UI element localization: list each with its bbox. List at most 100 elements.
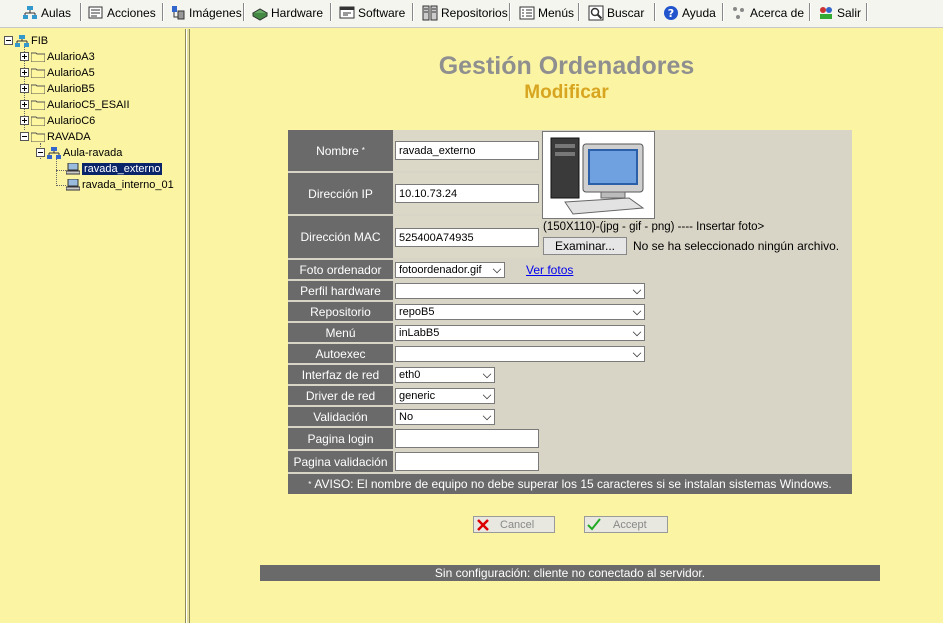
menu-aulas[interactable]: Aulas [22, 3, 71, 23]
accept-button[interactable]: Accept [584, 516, 668, 533]
iface-select-value: eth0 [399, 369, 421, 381]
foto-select[interactable]: fotoordenador.gif [395, 262, 505, 278]
chevron-down-icon [492, 264, 502, 274]
expand-icon[interactable] [20, 100, 29, 109]
menu-buscar[interactable]: Buscar [588, 3, 644, 23]
menu-repositorios-label: Repositorios [441, 6, 508, 20]
driver-select[interactable]: generic [395, 388, 495, 404]
menu-select-value: inLabB5 [399, 327, 440, 339]
ip-input[interactable] [395, 184, 539, 203]
menu-hardware[interactable]: Hardware [252, 3, 323, 23]
tree-folder-label: AularioB5 [47, 82, 95, 95]
menu-salir[interactable]: Salir [818, 3, 861, 23]
menu-select[interactable]: inLabB5 [395, 325, 645, 341]
cancel-label: Cancel [500, 518, 535, 531]
tree-computer-ravada-interno[interactable]: ravada_interno_01 [65, 177, 174, 192]
menu-imagenes-label: Imágenes [189, 6, 242, 20]
photo-hint: (150X110)-(jpg - gif - png) ---- Inserta… [543, 221, 765, 233]
perfil-select[interactable] [395, 283, 645, 299]
menu-acciones[interactable]: Acciones [88, 3, 156, 23]
repo-select[interactable]: repoB5 [395, 304, 645, 320]
tree-root-label: FIB [31, 34, 49, 47]
status-bar: Sin configuración: cliente no conectado … [260, 565, 880, 581]
check-icon [587, 517, 601, 532]
mac-input[interactable] [395, 228, 539, 247]
login-input[interactable] [395, 429, 539, 448]
pvalid-label: Pagina validación [288, 451, 393, 472]
menu-software[interactable]: Software [339, 3, 405, 23]
tree-aula-label: Aula-ravada [63, 146, 123, 159]
menu-ayuda[interactable]: ? Ayuda [663, 3, 716, 23]
menu-separator [330, 3, 332, 21]
tree-computer-label-selected: ravada_externo [82, 162, 163, 175]
autoexec-label: Autoexec [288, 344, 393, 363]
computer-icon [65, 162, 81, 175]
menu-salir-label: Salir [837, 6, 862, 20]
menu-hardware-label: Hardware [271, 6, 324, 20]
tree-folder-aulario-c6[interactable]: AularioC6 [20, 113, 95, 128]
menu-menus[interactable]: Menús [519, 3, 574, 23]
computer-illustration [550, 137, 645, 215]
tree-folder-label: RAVADA [47, 130, 91, 143]
tree-folder-aulario-a3[interactable]: AularioA3 [20, 49, 95, 64]
hardware-icon [252, 5, 268, 21]
actions-icon [88, 5, 104, 21]
classroom-tree: FIB AularioA3 AularioA5 AularioB5 Aulari… [0, 29, 186, 623]
menu-separator [722, 3, 724, 21]
expand-icon[interactable] [20, 116, 29, 125]
no-file-text: No se ha seleccionado ningún archivo. [633, 239, 840, 253]
svg-text:?: ? [668, 7, 674, 20]
collapse-icon[interactable] [20, 132, 29, 141]
classrooms-icon [22, 5, 38, 21]
foto-label: Foto ordenador [288, 260, 393, 279]
tree-computer-ravada-externo[interactable]: ravada_externo [65, 161, 163, 176]
collapse-icon[interactable] [36, 148, 45, 157]
ver-fotos-link[interactable]: Ver fotos [526, 263, 573, 277]
chevron-down-icon [632, 306, 642, 316]
tree-folder-aulario-a5[interactable]: AularioA5 [20, 65, 95, 80]
menu-acerca[interactable]: Acerca de [731, 3, 804, 23]
iface-label: Interfaz de red [288, 365, 393, 384]
menu-repositorios[interactable]: Repositorios [422, 3, 508, 23]
collapse-icon[interactable] [4, 36, 13, 45]
menu-separator [509, 3, 511, 21]
cancel-button[interactable]: Cancel [473, 516, 555, 533]
tree-root[interactable]: FIB [4, 33, 48, 48]
menu-separator [809, 3, 811, 21]
tree-folder-label: AularioA3 [47, 50, 95, 63]
menu-separator [80, 3, 82, 21]
chevron-down-icon [482, 390, 492, 400]
browse-button[interactable]: Examinar... [543, 237, 627, 255]
warning-mark: * [308, 479, 312, 489]
network-icon [15, 35, 29, 47]
foto-select-value: fotoordenador.gif [399, 264, 482, 276]
expand-icon[interactable] [20, 52, 29, 61]
menu-imagenes[interactable]: Imágenes [170, 3, 242, 23]
pvalid-input[interactable] [395, 452, 539, 471]
autoexec-select[interactable] [395, 346, 645, 362]
iface-select[interactable]: eth0 [395, 367, 495, 383]
expand-icon[interactable] [20, 84, 29, 93]
repositories-icon [422, 5, 438, 21]
tree-folder-aulario-b5[interactable]: AularioB5 [20, 81, 95, 96]
menu-separator [654, 3, 656, 21]
page-title: Gestión Ordenadores [438, 52, 695, 80]
valid-select[interactable]: No [395, 409, 495, 425]
classroom-icon [47, 147, 61, 159]
folder-icon [30, 83, 46, 95]
menu-acerca-label: Acerca de [750, 6, 805, 20]
folder-icon [30, 67, 46, 79]
tree-folder-ravada[interactable]: RAVADA [20, 129, 91, 144]
tree-computer-label: ravada_interno_01 [82, 178, 174, 191]
chevron-down-icon [482, 411, 492, 421]
tree-folder-aulario-c5[interactable]: AularioC5_ESAII [20, 97, 130, 112]
images-icon [170, 5, 186, 21]
nombre-input[interactable] [395, 141, 539, 160]
tree-aula-ravada[interactable]: Aula-ravada [36, 145, 122, 160]
menu-menus-label: Menús [538, 6, 575, 20]
expand-icon[interactable] [20, 68, 29, 77]
login-label: Pagina login [288, 428, 393, 449]
frame-divider[interactable] [186, 29, 190, 623]
exit-icon [818, 5, 834, 21]
about-icon [731, 5, 747, 21]
